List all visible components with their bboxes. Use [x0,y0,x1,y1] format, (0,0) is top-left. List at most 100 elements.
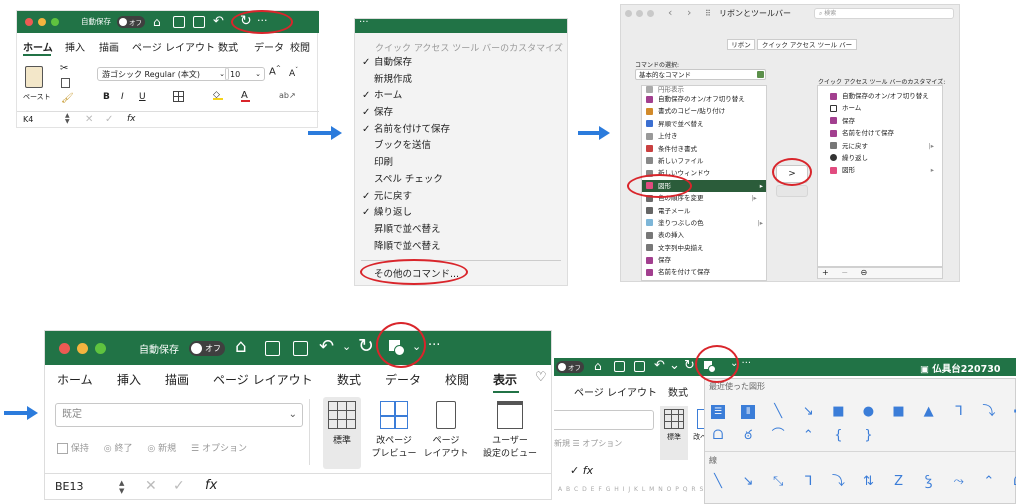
right-arrow-icon[interactable]: ➡ [1012,404,1016,419]
tab-draw[interactable]: 描画 [99,39,119,54]
remove-button[interactable] [776,185,808,197]
cell-reference[interactable]: BE13 [55,480,84,493]
minimize-window-icon[interactable] [77,343,88,354]
grid-icon[interactable]: ⠿ [705,9,711,18]
list-item[interactable]: 自動保存のオン/オフ切り替え [818,90,942,102]
oval-icon[interactable]: ● [861,404,875,419]
menu-item-save-as[interactable]: ✓ 名前を付けて保存 [362,122,562,139]
curved-connector-icon[interactable]: Z [892,474,906,489]
minimize-window-icon[interactable] [38,18,46,26]
freeform-icon[interactable]: ᗝ [1012,474,1016,489]
lightbulb-icon[interactable]: ♡ [535,370,547,385]
tab-page-layout[interactable]: ページ レイアウト [132,39,215,54]
line-icon[interactable]: ╲ [711,474,725,489]
copy-icon[interactable] [61,78,70,88]
decrease-font-icon[interactable]: Aˇ [289,67,298,79]
rounded-rectangle-icon[interactable]: ■ [892,404,906,419]
choose-commands-select[interactable]: 基本的なコマンド [635,69,766,80]
home-icon[interactable]: ⌂ [153,16,161,28]
normal-view-button[interactable]: 標準 [323,397,361,469]
custom-views-button[interactable]: ユーザー 設定のビュー [477,397,543,469]
cell-reference[interactable]: K4 [23,115,33,124]
menu-item-save[interactable]: ✓ 保存 [362,105,562,122]
tab-ribbon[interactable]: リボン [727,39,755,50]
close-window-icon[interactable] [25,18,33,26]
redo-icon[interactable]: ↻ [358,335,374,357]
menu-item-print[interactable]: 印刷 [362,155,562,172]
list-item[interactable]: 元に戻す |▸ [818,140,942,152]
tab-home[interactable]: ホーム [23,39,53,54]
curve-icon[interactable]: ⌃ [982,474,996,489]
keep-button[interactable]: 保持 [57,443,89,454]
redo-icon[interactable]: ↻ [684,358,695,373]
elbow-connector-icon[interactable]: ᒣ [952,404,966,419]
zoom-window-icon[interactable] [51,18,59,26]
menu-item-send[interactable]: ブックを送信 [362,138,562,155]
save-as-icon[interactable] [293,341,308,356]
tab-page-layout[interactable]: ページ レイアウト [574,384,657,399]
curved-arrow-icon[interactable]: Ꝣ [922,474,936,489]
autosave-toggle[interactable]: オフ [117,16,145,28]
list-item[interactable]: 電子メール [642,205,766,217]
elbow-connector-icon[interactable]: ᒣ [801,474,815,489]
tab-formulas[interactable]: 数式 [668,384,688,399]
home-icon[interactable]: ⌂ [235,338,246,356]
list-item[interactable]: 塗りつぶしの色 |▸ [642,217,766,229]
borders-icon[interactable] [173,91,184,102]
sheet-view-select[interactable]: 既定 ⌄ [55,403,303,427]
right-brace-icon[interactable]: } [861,428,875,443]
list-item[interactable]: 保存 [642,254,766,266]
list-item[interactable]: 上付き [642,130,766,142]
undo-icon[interactable]: ↶ [213,14,224,29]
increase-font-icon[interactable]: A^ [269,65,281,77]
new-button[interactable]: ◎ 新規 [147,444,176,454]
list-item[interactable]: 自動保存のオン/オフ切り替え [642,93,766,105]
confirm-icon[interactable]: ✓ [105,114,113,125]
options-button[interactable]: ☰ オプション [191,444,247,454]
rectangle-icon[interactable]: ■ [831,404,845,419]
list-item[interactable]: 名前を付けて保存 [642,266,766,278]
curve-icon[interactable]: ⌃ [801,428,815,443]
text-direction-icon[interactable]: ab↗ [279,91,296,100]
menu-item-undo[interactable]: ✓ 元に戻す [362,189,562,206]
close-window-icon[interactable] [625,10,632,17]
home-icon[interactable]: ⌂ [594,359,602,373]
bold-button[interactable]: B [103,92,110,102]
minimize-window-icon[interactable] [636,10,643,17]
list-item[interactable]: 昇順で並べ替え [642,118,766,130]
tab-quick-access[interactable]: クイック アクセス ツール バー [757,39,857,50]
stepper-icon[interactable]: ▲ ▼ [65,113,70,125]
zoom-window-icon[interactable] [95,343,106,354]
options-button[interactable]: ⊖ [861,268,868,277]
autosave-toggle[interactable]: オフ [556,361,584,373]
arrow-line-icon[interactable]: ↘ [741,474,755,489]
tab-page-layout[interactable]: ページ レイアウト [213,371,313,388]
menu-item-redo[interactable]: ✓ 繰り返し [362,205,562,222]
save-icon[interactable] [265,341,280,356]
freeform-icon[interactable]: ᗝ [711,428,725,443]
search-input[interactable]: ⌕ 検索 [814,8,954,19]
list-item[interactable]: 図形 ▸ [818,164,942,176]
more-icon[interactable]: ··· [359,17,369,28]
double-arrow-line-icon[interactable]: ⤡ [771,474,785,489]
scribble-icon[interactable]: ఠ [741,428,755,443]
elbow-arrow-icon[interactable]: ⤵ [831,474,845,489]
tab-data[interactable]: データ [254,39,284,54]
remove-item-button[interactable]: − [841,268,848,277]
tab-view[interactable]: 表示 [493,371,517,388]
fx-icon[interactable]: fx [205,478,217,493]
forward-icon[interactable]: › [687,6,691,19]
arc-icon[interactable]: ⌒ [771,428,785,443]
page-break-preview-button[interactable]: 改ページ プレビュー [369,397,419,469]
vertical-text-box-icon[interactable]: ⫴ [741,404,756,419]
font-color-icon[interactable]: A [241,90,250,102]
tab-home[interactable]: ホーム [57,371,93,388]
list-item[interactable]: 新しいファイル [642,155,766,167]
menu-item-home[interactable]: ✓ ホーム [362,88,562,105]
underline-button[interactable]: U [139,92,146,102]
menu-item-sort-asc[interactable]: 昇順で並べ替え [362,222,562,239]
tab-review[interactable]: 校閲 [445,371,469,388]
tab-formulas[interactable]: 数式 [218,39,238,54]
list-item[interactable]: 条件付き書式 [642,143,766,155]
italic-button[interactable]: I [121,92,124,102]
